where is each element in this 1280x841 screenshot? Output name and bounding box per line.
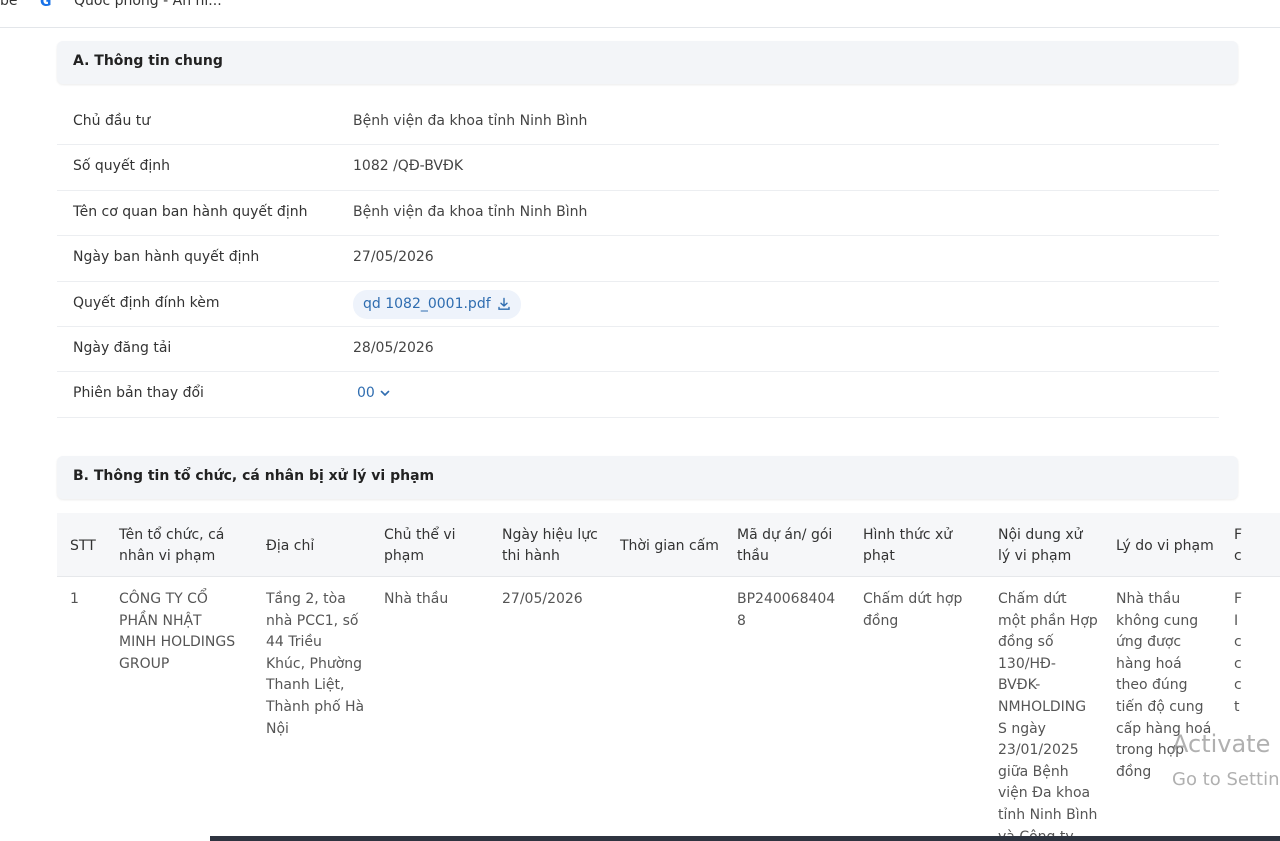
table-header-row: STT Tên tổ chức, cá nhân vi phạm Địa chỉ… <box>57 513 1280 577</box>
general-info-list: Chủ đầu tư Bệnh viện đa khoa tỉnh Ninh B… <box>57 100 1219 418</box>
column-header: Hình thức xử phạt <box>863 527 953 564</box>
info-row-phien-ban: Phiên bản thay đổi 00 <box>57 372 1219 418</box>
info-value: 27/05/2026 <box>353 249 434 266</box>
cell-stt: 1 <box>70 591 79 607</box>
info-value: 28/05/2026 <box>353 339 434 356</box>
cell-hinh-thuc: Chấm dứt hợp đồng <box>863 591 963 629</box>
info-row-so-quyet-dinh: Số quyết định 1082 /QĐ-BVĐK <box>57 145 1219 191</box>
browser-bookmarks-bar: be G Quốc phòng - An ni... <box>0 0 1280 28</box>
attachment-download-link[interactable]: qd 1082_0001.pdf <box>353 289 521 319</box>
column-header: Mã dự án/ gói thầu <box>737 527 833 564</box>
column-header: STT <box>70 538 96 554</box>
violation-table: STT Tên tổ chức, cá nhân vi phạm Địa chỉ… <box>57 513 1280 841</box>
chevron-down-icon <box>380 391 390 397</box>
taskbar-edge <box>210 836 1280 841</box>
version-value: 00 <box>357 385 375 402</box>
info-label: Ngày đăng tải <box>73 339 172 356</box>
activate-windows-subtext: Go to Settin <box>1172 769 1280 790</box>
column-header: Lý do vi phạm <box>1116 538 1214 554</box>
column-header: Tên tổ chức, cá nhân vi phạm <box>119 527 225 564</box>
section-a-header: A. Thông tin chung <box>57 41 1238 84</box>
section-a-title: A. Thông tin chung <box>73 53 223 69</box>
info-value: 1082 /QĐ-BVĐK <box>353 158 463 175</box>
info-row-quyet-dinh-dinh-kem: Quyết định đính kèm qd 1082_0001.pdf <box>57 282 1219 327</box>
attachment-filename: qd 1082_0001.pdf <box>363 296 491 313</box>
cell-ten-to-chuc: CÔNG TY CỔ PHẦN NHẬT MINH HOLDINGS GROUP <box>119 591 236 672</box>
cell-ma-du-an: BP240068404 8 <box>737 591 836 629</box>
column-header: Ngày hiệu lực thi hành <box>502 527 598 564</box>
info-label: Số quyết định <box>73 158 171 175</box>
download-icon <box>497 297 510 310</box>
cell-ngay-hieu-luc: 27/05/2026 <box>502 591 583 607</box>
info-label: Chủ đầu tư <box>73 113 151 129</box>
info-label: Tên cơ quan ban hành quyết định <box>73 203 308 220</box>
info-label: Phiên bản thay đổi <box>73 385 204 402</box>
info-row-co-quan-ban-hanh: Tên cơ quan ban hành quyết định Bệnh việ… <box>57 191 1219 237</box>
bookmark-favicon-icon: G <box>40 0 52 10</box>
info-row-chu-dau-tu: Chủ đầu tư Bệnh viện đa khoa tỉnh Ninh B… <box>57 100 1219 146</box>
bookmark-quoc-phong[interactable]: Quốc phòng - An ni... <box>74 0 222 9</box>
cell-dia-chi: Tầng 2, tòa nhà PCC1, số 44 Triều Khúc, … <box>266 591 365 737</box>
section-b-title: B. Thông tin tổ chức, cá nhân bị xử lý v… <box>73 468 435 484</box>
info-row-ngay-dang-tai: Ngày đăng tải 28/05/2026 <box>57 327 1219 373</box>
cell-noi-dung: Chấm dứt một phần Hợp đồng số 130/HĐ- BV… <box>998 591 1098 841</box>
info-label: Ngày ban hành quyết định <box>73 249 260 266</box>
column-header: Địa chỉ <box>266 538 315 554</box>
cell-chu-the: Nhà thầu <box>384 591 449 607</box>
cell-truncated: F I c c c t <box>1234 591 1243 715</box>
info-value: Bệnh viện đa khoa tỉnh Ninh Bình <box>353 203 588 220</box>
table-row: 1 CÔNG TY CỔ PHẦN NHẬT MINH HOLDINGS GRO… <box>57 577 1280 841</box>
activate-windows-watermark: Activate <box>1172 730 1271 758</box>
column-header: Nội dung xử lý vi phạm <box>998 527 1083 564</box>
column-header: Thời gian cấm <box>620 538 719 554</box>
section-b-header: B. Thông tin tổ chức, cá nhân bị xử lý v… <box>57 456 1238 499</box>
info-row-ngay-ban-hanh: Ngày ban hành quyết định 27/05/2026 <box>57 236 1219 282</box>
column-header: Chủ thể vi phạm <box>384 527 456 564</box>
column-header: F c <box>1234 527 1243 564</box>
bookmark-fragment[interactable]: be <box>0 0 18 9</box>
info-label: Quyết định đính kèm <box>73 294 220 311</box>
info-value: Bệnh viện đa khoa tỉnh Ninh Bình <box>353 113 588 129</box>
version-dropdown[interactable]: 00 <box>357 385 391 401</box>
